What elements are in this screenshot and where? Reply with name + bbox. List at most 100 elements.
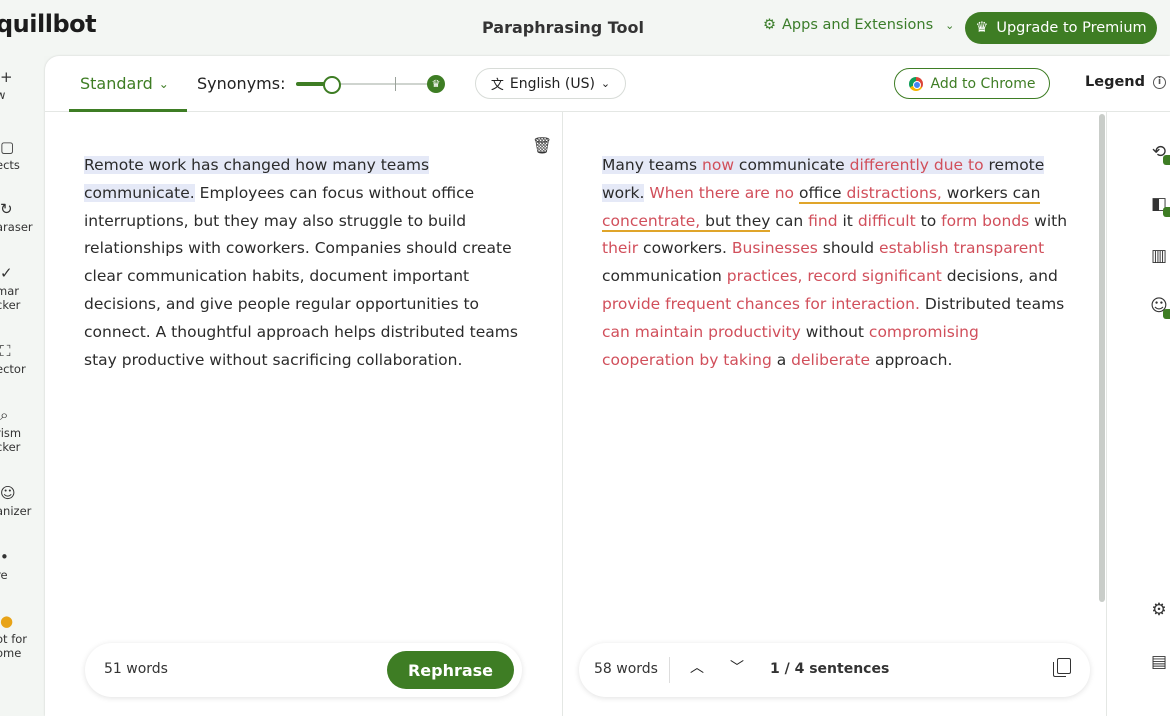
- changed-word[interactable]: practices, record significant: [727, 267, 942, 285]
- premium-badge: [1163, 155, 1170, 165]
- sidebar-item-humanizer[interactable]: ☺ anizer: [0, 484, 44, 519]
- output-text-segment: decisions, and: [941, 267, 1058, 286]
- add-to-chrome-button[interactable]: Add to Chrome: [894, 68, 1050, 99]
- changed-word[interactable]: now: [702, 156, 734, 174]
- feedback-icon[interactable]: ▤: [1147, 652, 1170, 672]
- paraphraser-icon: ↻: [0, 200, 13, 218]
- legend-button[interactable]: Legend i: [1085, 74, 1166, 90]
- more-icon: •: [0, 548, 9, 566]
- mode-label: Standard: [80, 74, 153, 93]
- info-icon: i: [1153, 75, 1166, 89]
- synonyms-slider[interactable]: ♛: [296, 75, 446, 94]
- changed-word[interactable]: can maintain productivity: [602, 323, 801, 341]
- output-text-segment: communication: [602, 267, 727, 286]
- language-dropdown[interactable]: 文 English (US) ⌄: [475, 68, 626, 99]
- changed-word[interactable]: their: [602, 239, 638, 257]
- projects-icon: ▢: [0, 138, 15, 156]
- sidebar-item-quillbot-for-chrome[interactable]: ● ot for ome: [0, 612, 44, 661]
- plus-icon: +: [0, 68, 13, 86]
- legend-label: Legend: [1085, 74, 1145, 90]
- mode-dropdown[interactable]: Standard ⌄: [80, 74, 169, 93]
- page-title: Paraphrasing Tool: [482, 18, 644, 37]
- puzzle-icon: ⚙: [763, 17, 776, 33]
- changed-word[interactable]: concentrate,: [602, 211, 701, 232]
- sidebar-item-ai-detector[interactable]: ⛶ ector: [0, 342, 44, 377]
- humanizer-icon: ☺: [0, 484, 16, 502]
- translate-icon: 文: [490, 78, 504, 93]
- sidebar-item-paraphraser[interactable]: ↻ araser: [0, 200, 44, 235]
- output-text-segment: but they: [700, 211, 771, 232]
- premium-badge: [1163, 309, 1170, 319]
- output-text-segment: Distributed teams: [919, 294, 1065, 313]
- statistics-icon[interactable]: ▥: [1147, 246, 1170, 266]
- upgrade-premium-button[interactable]: ♛ Upgrade to Premium: [965, 12, 1157, 44]
- changed-word[interactable]: deliberate: [791, 351, 870, 369]
- apps-extensions-menu[interactable]: ⚙ Apps and Extensions ⌄: [763, 17, 954, 33]
- sidebar-item-plagiarism-checker[interactable]: ⌕ rism cker: [0, 406, 44, 455]
- output-text-area[interactable]: Many teams now communicate differently d…: [602, 152, 1072, 374]
- premium-crown-icon: ♛: [427, 75, 445, 93]
- chevron-down-icon: ⌄: [945, 18, 955, 32]
- chevron-down-icon: ⌄: [158, 76, 169, 91]
- add-to-chrome-label: Add to Chrome: [930, 75, 1036, 92]
- panel-divider: [562, 112, 563, 716]
- quillbot-logo[interactable]: quillbot: [0, 10, 97, 38]
- plagiarism-checker-icon: ⌕: [0, 406, 9, 424]
- changed-word[interactable]: distractions,: [846, 183, 942, 204]
- footer-separator: [669, 657, 670, 683]
- tone-icon[interactable]: ☺: [1147, 296, 1170, 319]
- input-text-area[interactable]: Remote work has changed how many teams c…: [84, 152, 534, 374]
- next-sentence-button[interactable]: ﹀: [730, 657, 744, 677]
- output-text-segment: communicate: [734, 156, 850, 174]
- rephrase-button[interactable]: Rephrase: [387, 651, 514, 689]
- output-text-segment: without: [800, 322, 869, 341]
- upgrade-premium-label: Upgrade to Premium: [996, 20, 1147, 36]
- changed-word[interactable]: provide frequent chances for interaction…: [602, 295, 920, 313]
- trash-icon[interactable]: 🗑: [532, 136, 552, 155]
- sidebar-item-projects[interactable]: ▢ ects: [0, 138, 44, 173]
- changed-word[interactable]: Businesses: [732, 239, 818, 257]
- output-scrollbar[interactable]: [1099, 114, 1105, 602]
- grammar-checker-icon: ✓: [0, 264, 13, 282]
- top-bar: quillbot Paraphrasing Tool ⚙ Apps and Ex…: [0, 0, 1170, 56]
- language-label: English (US): [509, 75, 595, 92]
- output-text-segment: should: [817, 239, 880, 258]
- output-word-count: 58 words: [594, 661, 658, 677]
- changed-word[interactable]: When there are no: [649, 184, 794, 202]
- compare-modes-icon[interactable]: ◧: [1147, 194, 1170, 217]
- left-sidebar: + w ▢ ects ↻ araser ✓ mar cker ⛶ ector ⌕…: [0, 56, 44, 716]
- apps-extensions-label: Apps and Extensions: [782, 17, 934, 33]
- output-text-segment: with: [1029, 211, 1068, 230]
- output-text-segment: to: [915, 211, 942, 230]
- previous-sentence-button[interactable]: ︿: [690, 657, 704, 677]
- output-text-segment: a: [771, 350, 792, 369]
- sidebar-item-new[interactable]: + w: [0, 68, 44, 103]
- slider-knob[interactable]: [323, 76, 341, 94]
- input-footer: 51 words Rephrase: [85, 643, 522, 697]
- sidebar-item-more[interactable]: • re: [0, 548, 44, 583]
- changed-word[interactable]: form bonds: [941, 212, 1029, 230]
- sidebar-item-grammar-checker[interactable]: ✓ mar cker: [0, 264, 44, 313]
- chrome-logo-icon: [908, 76, 923, 91]
- output-text-segment: office: [798, 183, 847, 204]
- crown-icon: ♛: [975, 20, 989, 36]
- output-text-segment: coworkers.: [638, 239, 732, 258]
- mode-tab-indicator: [69, 109, 187, 112]
- mode-toolbar: Standard ⌄ Synonyms: ♛ 文 English (US) ⌄ …: [45, 56, 1170, 112]
- premium-badge: [1163, 207, 1170, 217]
- settings-gear-icon[interactable]: ⚙: [1147, 600, 1170, 620]
- ai-detector-icon: ⛶: [0, 342, 11, 360]
- changed-word[interactable]: differently due to: [849, 156, 984, 174]
- copy-icon[interactable]: [1053, 658, 1071, 677]
- synonyms-label: Synonyms:: [197, 74, 286, 93]
- history-icon[interactable]: ⟲: [1147, 142, 1170, 165]
- output-text-segment: it: [837, 211, 858, 230]
- chrome-icon: ●: [0, 612, 14, 630]
- slider-tick: [395, 77, 396, 91]
- changed-word[interactable]: establish transparent: [879, 239, 1044, 257]
- paraphraser-card: Standard ⌄ Synonyms: ♛ 文 English (US) ⌄ …: [45, 56, 1170, 716]
- input-word-count: 51 words: [104, 661, 168, 677]
- changed-word[interactable]: find: [808, 212, 837, 230]
- chevron-down-icon: ⌄: [600, 77, 611, 90]
- changed-word[interactable]: difficult: [858, 212, 916, 230]
